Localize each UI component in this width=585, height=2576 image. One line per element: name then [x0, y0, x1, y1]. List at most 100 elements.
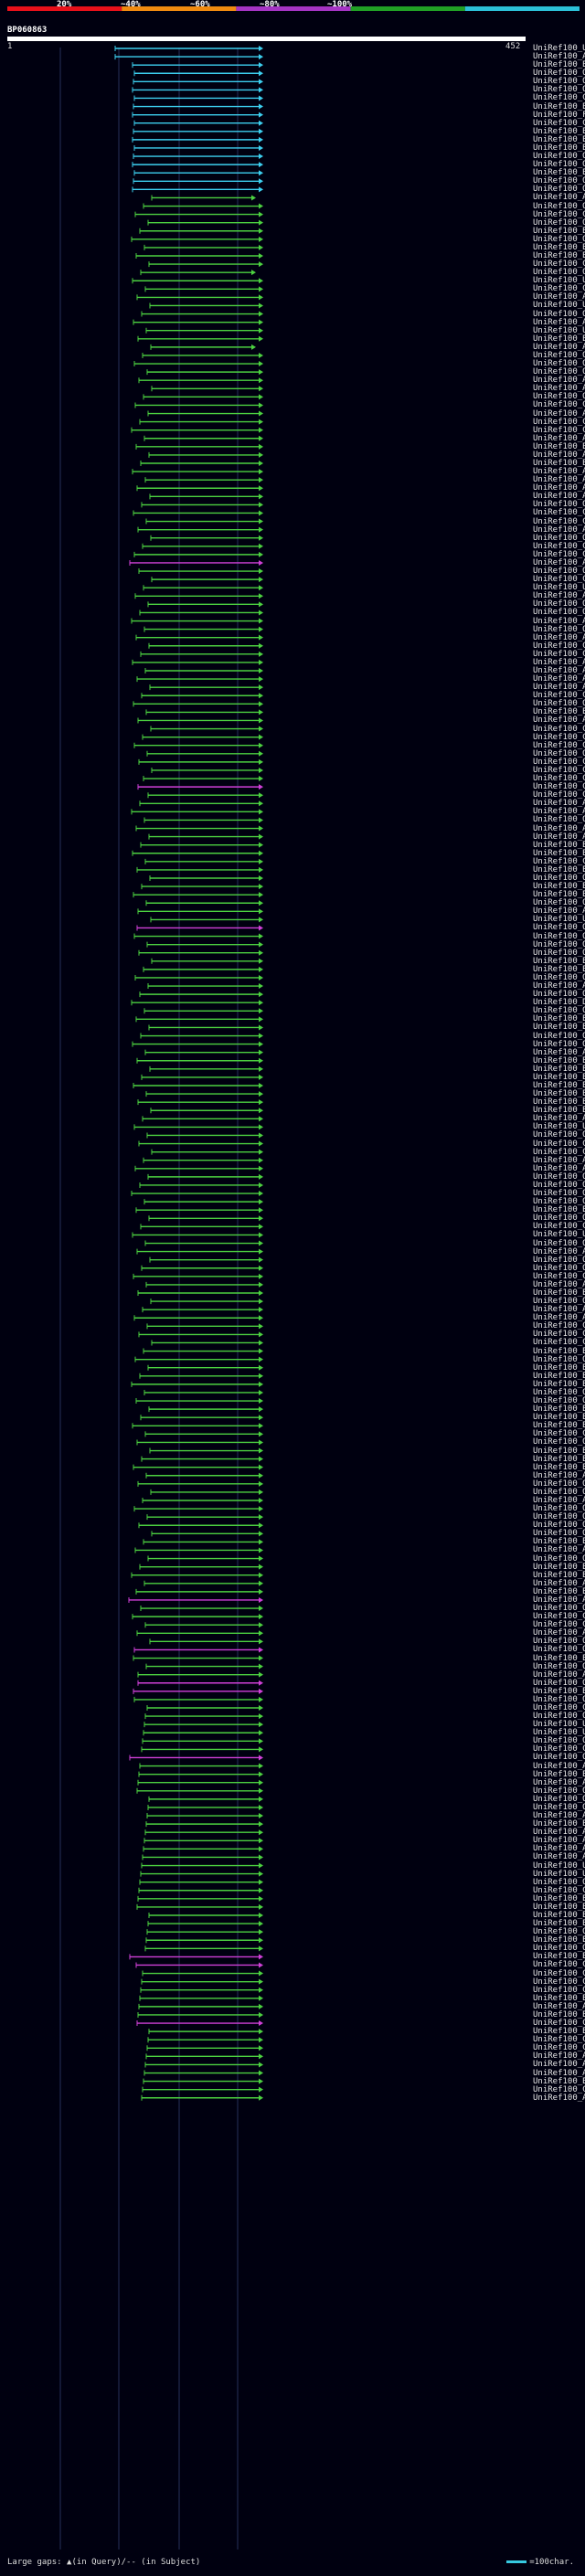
alignment-visualization [7, 6, 580, 2549]
hit-arrow [259, 518, 263, 525]
hit-arrow [259, 1572, 263, 1578]
hit-arrow [259, 1498, 263, 1503]
hit-arrow [259, 1290, 263, 1296]
hit-arrow [259, 1033, 263, 1039]
hit-arrow [259, 784, 263, 790]
hit-arrow [259, 1655, 263, 1661]
hit-arrow [259, 1323, 263, 1330]
query-title: BP060863 [7, 26, 48, 35]
hit-arrow [259, 144, 263, 151]
query-start-position: 1 [7, 42, 13, 51]
hit-arrow [259, 618, 263, 624]
hit-arrow [259, 1091, 263, 1097]
hit-arrow [259, 2086, 263, 2093]
hit-arrow [259, 2020, 263, 2027]
hit-arrow [259, 1431, 263, 1437]
hit-arrow [259, 543, 263, 549]
hit-arrow [259, 1804, 263, 1810]
hit-arrow [259, 120, 263, 126]
hit-arrow [259, 286, 263, 292]
hit-arrow [259, 1970, 263, 1977]
hit-arrow [259, 1182, 263, 1188]
hit-arrow [259, 311, 263, 317]
hit-arrow [259, 1903, 263, 1910]
hit-arrow [251, 195, 256, 201]
hit-arrow [259, 1057, 263, 1064]
hit-arrow [259, 2037, 263, 2043]
hit-arrow [259, 128, 263, 134]
hit-arrow [259, 178, 263, 185]
hit-arrow [259, 386, 263, 392]
hit-arrow [259, 1373, 263, 1379]
hit-arrow [259, 1016, 263, 1023]
hit-arrow [259, 1307, 263, 1313]
legend-scale: =100char. [506, 2558, 574, 2567]
hit-arrow [259, 2078, 263, 2084]
hit-arrow [259, 136, 263, 143]
hit-arrow [259, 1149, 263, 1155]
hit-arrow [259, 1787, 263, 1794]
hit-arrow [259, 1796, 263, 1802]
hit-arrow [259, 726, 263, 732]
hit-arrow [259, 991, 263, 998]
hit-arrow [259, 875, 263, 881]
hit-arrow [259, 1580, 263, 1586]
hit-arrow [259, 335, 263, 342]
hit-arrow [259, 1921, 263, 1927]
hit-arrow [251, 344, 256, 350]
hit-arrow [259, 1281, 263, 1288]
hit-arrow [259, 842, 263, 848]
hit-arrow [259, 1514, 263, 1521]
legend-gaps: Large gaps: ▲(in Query)/-- (in Subject) [7, 2558, 201, 2567]
hit-arrow [251, 270, 256, 276]
hit-arrow [259, 1606, 263, 1612]
hit-arrow [259, 1116, 263, 1122]
hit-arrow [259, 1464, 263, 1470]
hit-arrow [259, 1771, 263, 1777]
hit-arrow [259, 162, 263, 168]
hit-arrow [259, 253, 263, 259]
hit-arrow [259, 626, 263, 632]
hit-arrow [259, 776, 263, 782]
hit-arrow [259, 709, 263, 716]
hit-arrow [259, 1671, 263, 1678]
hit-arrow [259, 203, 263, 209]
hit-arrow [259, 1746, 263, 1753]
hit-arrow [259, 634, 263, 641]
hit-arrow [259, 2011, 263, 2018]
hit-arrow [259, 800, 263, 807]
hit-arrow [259, 925, 263, 931]
hit-arrow [259, 1049, 263, 1055]
hit-arrow [259, 526, 263, 533]
hit-arrow [259, 734, 263, 740]
hit-arrow [259, 111, 263, 118]
hit-arrow [259, 1348, 263, 1354]
hit-arrow [259, 1813, 263, 1819]
hit-arrow [259, 809, 263, 815]
hit-label[interactable]: UniRef100_A7F9G9 [533, 2094, 585, 2103]
hit-arrow [259, 1256, 263, 1263]
hit-arrow [259, 1207, 263, 1214]
hit-arrow [259, 668, 263, 673]
hit-arrow [259, 1596, 263, 1603]
hit-arrow [259, 2070, 263, 2076]
hit-arrow [259, 103, 263, 110]
hit-arrow [259, 858, 263, 864]
hit-arrow [259, 659, 263, 665]
hit-arrow [259, 684, 263, 691]
hit-arrow [259, 1199, 263, 1205]
hit-arrow [259, 79, 263, 85]
hit-arrow [259, 742, 263, 748]
hit-arrow [259, 87, 263, 93]
hit-arrow [259, 1688, 263, 1694]
hit-arrow [259, 219, 263, 226]
hit-arrow [259, 1232, 263, 1238]
hit-arrow [259, 1157, 263, 1163]
hit-arrow [259, 302, 263, 309]
hit-arrow [259, 170, 263, 176]
hit-arrow [259, 1265, 263, 1271]
hit-arrow [259, 974, 263, 981]
hit-arrow [259, 1862, 263, 1869]
hit-arrow [259, 236, 263, 242]
hit-arrow [259, 1754, 263, 1761]
